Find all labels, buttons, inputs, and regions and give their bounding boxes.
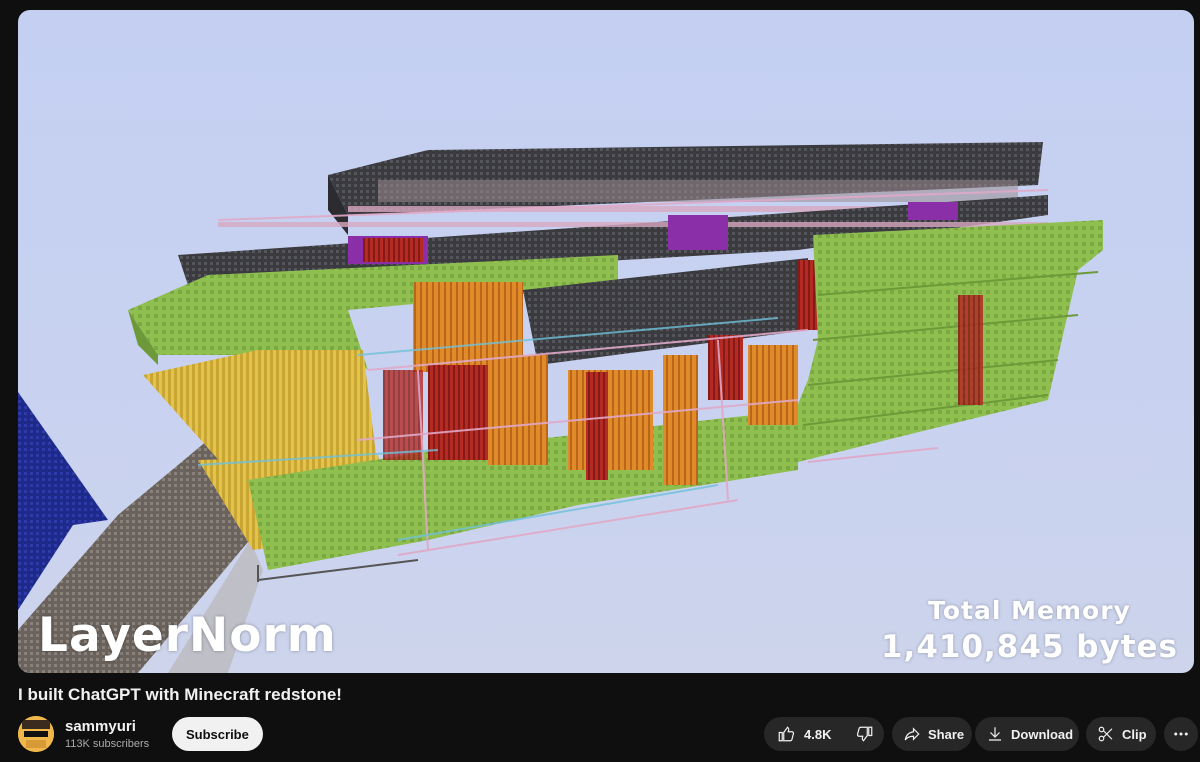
channel-avatar[interactable] xyxy=(18,716,54,752)
video-caption-total-memory: Total Memory 1,410,845 bytes xyxy=(881,594,1178,666)
like-count: 4.8K xyxy=(804,726,832,742)
youtube-watch-page: LayerNorm Total Memory 1,410,845 bytes I… xyxy=(0,0,1200,762)
share-arrow-icon xyxy=(902,724,922,744)
thumbs-up-icon xyxy=(776,724,796,744)
share-label: Share xyxy=(928,726,965,742)
minecraft-gpt-build-scene xyxy=(18,142,1103,673)
download-label: Download xyxy=(1011,726,1074,742)
video-caption-layernorm: LayerNorm xyxy=(38,608,337,663)
total-memory-value: 1,410,845 bytes xyxy=(880,629,1178,665)
thumbs-down-icon xyxy=(855,724,875,744)
avatar-face-icon xyxy=(18,716,54,752)
subscriber-count: 113K subscribers xyxy=(65,738,150,750)
dislike-button[interactable] xyxy=(843,717,887,751)
scissors-icon xyxy=(1096,724,1116,744)
clip-label: Clip xyxy=(1122,726,1147,742)
share-button[interactable]: Share xyxy=(892,717,972,751)
download-icon xyxy=(985,724,1005,744)
channel-row: sammyuri 113K subscribers Subscribe 4.8K xyxy=(18,716,1198,754)
like-dislike-group: 4.8K xyxy=(764,717,884,751)
download-button[interactable]: Download xyxy=(975,717,1079,751)
like-button[interactable]: 4.8K xyxy=(764,717,843,751)
video-player[interactable]: LayerNorm Total Memory 1,410,845 bytes xyxy=(18,10,1194,673)
clip-button[interactable]: Clip xyxy=(1086,717,1156,751)
more-actions-button[interactable] xyxy=(1164,717,1198,751)
channel-name[interactable]: sammyuri xyxy=(65,718,136,735)
subscribe-button[interactable]: Subscribe xyxy=(172,717,263,751)
total-memory-label: Total Memory xyxy=(928,596,1131,625)
video-title: I built ChatGPT with Minecraft redstone! xyxy=(18,685,342,704)
more-horizontal-icon xyxy=(1171,724,1191,744)
